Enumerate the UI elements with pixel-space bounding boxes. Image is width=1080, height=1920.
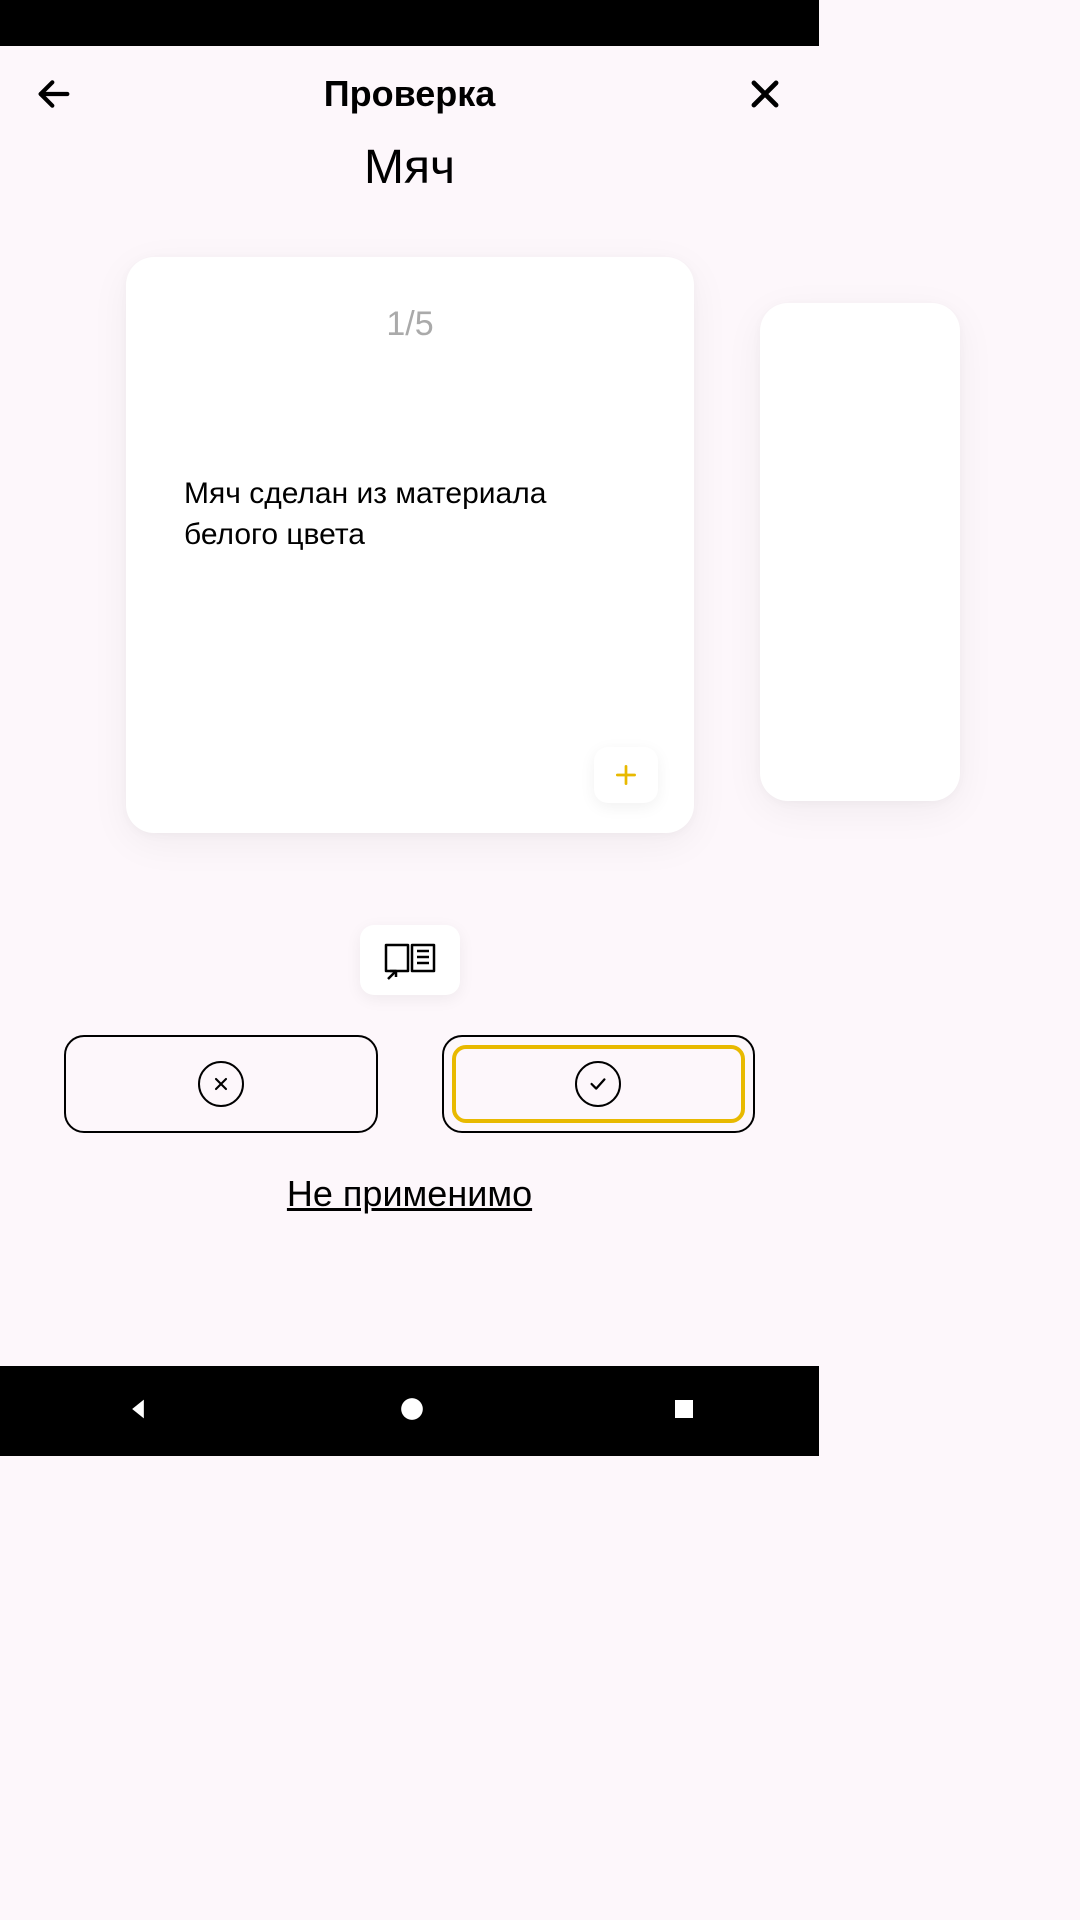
android-nav-bar — [0, 1366, 819, 1456]
accept-button[interactable] — [442, 1035, 756, 1133]
reference-icon — [382, 939, 438, 981]
next-card-peek[interactable] — [760, 303, 960, 801]
check-circle-icon — [575, 1061, 621, 1107]
status-bar — [0, 0, 819, 46]
not-applicable-link[interactable]: Не применимо — [0, 1173, 819, 1215]
reject-button[interactable] — [64, 1035, 378, 1133]
nav-recent-button[interactable] — [672, 1397, 696, 1426]
card-text: Мяч сделан из материала белого цвета — [184, 474, 636, 555]
square-recent-icon — [672, 1397, 696, 1421]
triangle-back-icon — [124, 1395, 152, 1423]
arrow-left-icon — [34, 74, 74, 114]
close-button[interactable] — [741, 70, 789, 118]
close-icon — [746, 75, 784, 113]
x-circle-icon — [198, 1061, 244, 1107]
header: Проверка — [0, 46, 819, 118]
back-button[interactable] — [30, 70, 78, 118]
reference-button[interactable] — [360, 925, 460, 995]
plus-icon — [613, 762, 639, 788]
add-button[interactable] — [594, 747, 658, 803]
item-name: Мяч — [0, 140, 819, 195]
page-title: Проверка — [324, 73, 496, 115]
check-card: 1/5 Мяч сделан из материала белого цвета — [126, 257, 694, 833]
action-row — [0, 1035, 819, 1133]
circle-home-icon — [399, 1396, 425, 1422]
card-carousel[interactable]: 1/5 Мяч сделан из материала белого цвета — [0, 257, 819, 837]
nav-back-button[interactable] — [124, 1395, 152, 1428]
card-counter: 1/5 — [184, 305, 636, 344]
main-content: Проверка Мяч 1/5 Мяч сделан из материала… — [0, 46, 819, 1366]
nav-home-button[interactable] — [399, 1396, 425, 1427]
